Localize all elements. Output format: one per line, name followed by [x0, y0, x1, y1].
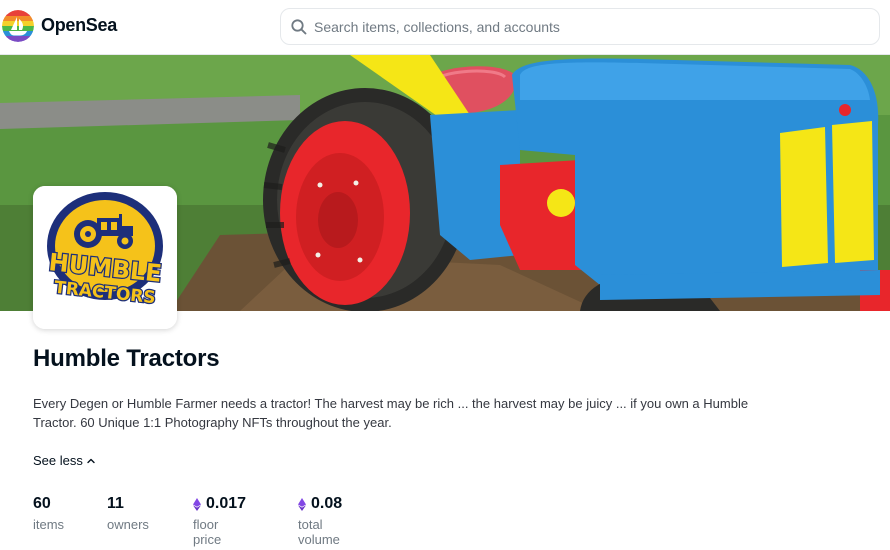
- eth-icon: [298, 497, 306, 511]
- brand-name[interactable]: OpenSea: [41, 15, 117, 36]
- collection-title: Humble Tractors: [33, 345, 220, 372]
- stat-total-volume-label: total volume: [298, 517, 340, 547]
- stat-total-volume-value: 0.08: [311, 495, 343, 512]
- search-bar[interactable]: [280, 8, 880, 45]
- stat-items-label: items: [33, 517, 65, 532]
- top-navbar: OpenSea: [0, 0, 890, 55]
- stat-floor-price-label: floor price: [193, 517, 222, 547]
- see-less-label: See less: [33, 453, 83, 468]
- collection-description: Every Degen or Humble Farmer needs a tra…: [33, 396, 749, 430]
- stat-total-volume[interactable]: 0.08 total volume: [298, 494, 342, 547]
- stat-floor-price[interactable]: 0.017 floor price: [193, 494, 246, 547]
- stat-items: 60 items: [33, 494, 64, 532]
- stat-floor-price-value: 0.017: [206, 495, 247, 512]
- search-input[interactable]: [314, 10, 869, 43]
- eth-icon: [193, 497, 201, 511]
- see-less-button[interactable]: See less: [33, 453, 96, 468]
- stat-owners-value: 11: [107, 495, 124, 512]
- chevron-up-icon: [87, 458, 95, 463]
- stat-items-value: 60: [33, 495, 51, 512]
- collection-avatar: HUMBLE TRACTORS: [33, 186, 177, 329]
- opensea-logo-icon[interactable]: [2, 10, 34, 42]
- search-icon: [291, 19, 307, 35]
- stat-owners-label: owners: [107, 517, 149, 532]
- stat-owners: 11 owners: [107, 494, 149, 532]
